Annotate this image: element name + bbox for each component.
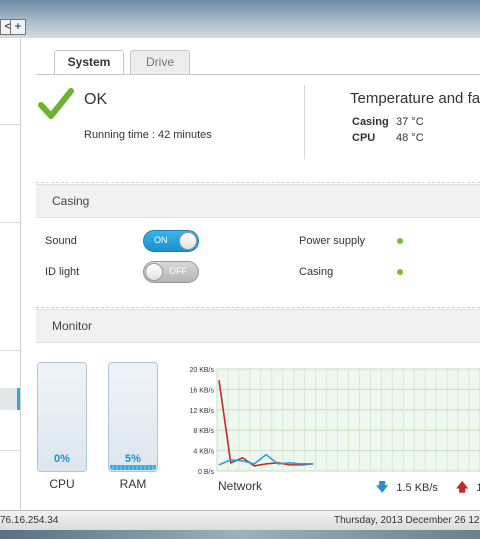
taskbar-strip [0,530,480,539]
app-window: System Drive OK Running time : 42 minute… [0,38,480,510]
toggle-knob [179,232,197,250]
section-divider [36,307,480,308]
y-tick-label: 4 KB/s [193,449,214,456]
date-time: Thursday, 2013 December 26 12:0 [334,515,480,526]
vertical-divider [304,85,305,159]
casing-status-label: Casing [299,266,334,278]
status-text: OK [84,91,108,108]
sidebar [0,38,21,510]
upload-speed: 🡅 1 [456,478,480,499]
y-tick-label: 8 KB/s [193,428,214,435]
toggle-state-text: ON [154,235,168,245]
tab-underline [36,74,480,75]
cpu-gauge: 0% [37,362,87,472]
sound-toggle[interactable]: ON [143,230,199,252]
y-tick-label: 20 KB/s [189,367,214,374]
casing-section-header: Casing [36,184,480,218]
network-chart: 20 KB/s 16 KB/s 12 KB/s 8 KB/s 4 KB/s 0 B/s [180,361,480,479]
id-light-label: ID light [45,266,80,278]
temperature-row: CPU 48 °C [352,132,424,144]
tab-system[interactable]: System [54,50,124,75]
ram-gauge: 5% [108,362,158,472]
section-divider [36,182,480,183]
download-speed-value: 1.5 KB/s [396,482,438,494]
desktop-background [0,0,480,38]
y-tick-label: 12 KB/s [189,408,214,415]
temperature-title: Temperature and fa [350,90,480,107]
main-panel: System Drive OK Running time : 42 minute… [22,38,480,510]
casing-status-dot [397,269,403,275]
sidebar-divider [0,350,20,351]
status-bar: 76.16.254.34 Thursday, 2013 December 26 … [0,510,480,530]
network-label: Network [218,479,263,493]
sidebar-divider [0,450,20,451]
download-speed: 🡇 1.5 KB/s [376,478,438,499]
temperature-value: 48 °C [396,132,424,144]
network-chart-svg: 20 KB/s 16 KB/s 12 KB/s 8 KB/s 4 KB/s 0 B/s [189,367,480,476]
id-light-toggle[interactable]: OFF [143,261,199,283]
cpu-percent: 0% [54,453,70,465]
ram-percent: 5% [125,453,141,465]
sidebar-item-active[interactable] [0,388,20,410]
toggle-state-text: OFF [169,266,187,276]
power-supply-label: Power supply [299,235,366,247]
toggle-knob [145,263,163,281]
sidebar-divider [0,124,20,125]
ip-address: 76.16.254.34 [0,515,59,526]
add-tab-button[interactable]: + [10,19,26,35]
monitor-section-header: Monitor [36,309,480,343]
cpu-label: CPU [49,477,75,491]
temperature-row: Casing 37 °C [352,116,424,128]
sidebar-divider [0,222,20,223]
upload-arrow-icon: 🡅 [456,480,469,494]
running-time: Running time : 42 minutes [84,129,212,141]
download-arrow-icon: 🡇 [376,480,389,494]
tab-drive[interactable]: Drive [130,50,190,74]
upload-speed-value: 1 [476,482,480,494]
checkmark-icon [38,88,74,119]
y-tick-label: 0 B/s [198,469,214,476]
temperature-value: 37 °C [396,116,424,128]
temperature-label: CPU [352,132,376,144]
power-supply-status-dot [397,238,403,244]
ram-gauge-fill [110,465,156,470]
y-tick-label: 16 KB/s [189,387,214,394]
temperature-label: Casing [352,116,389,128]
ram-label: RAM [119,477,147,491]
sound-label: Sound [45,235,77,247]
